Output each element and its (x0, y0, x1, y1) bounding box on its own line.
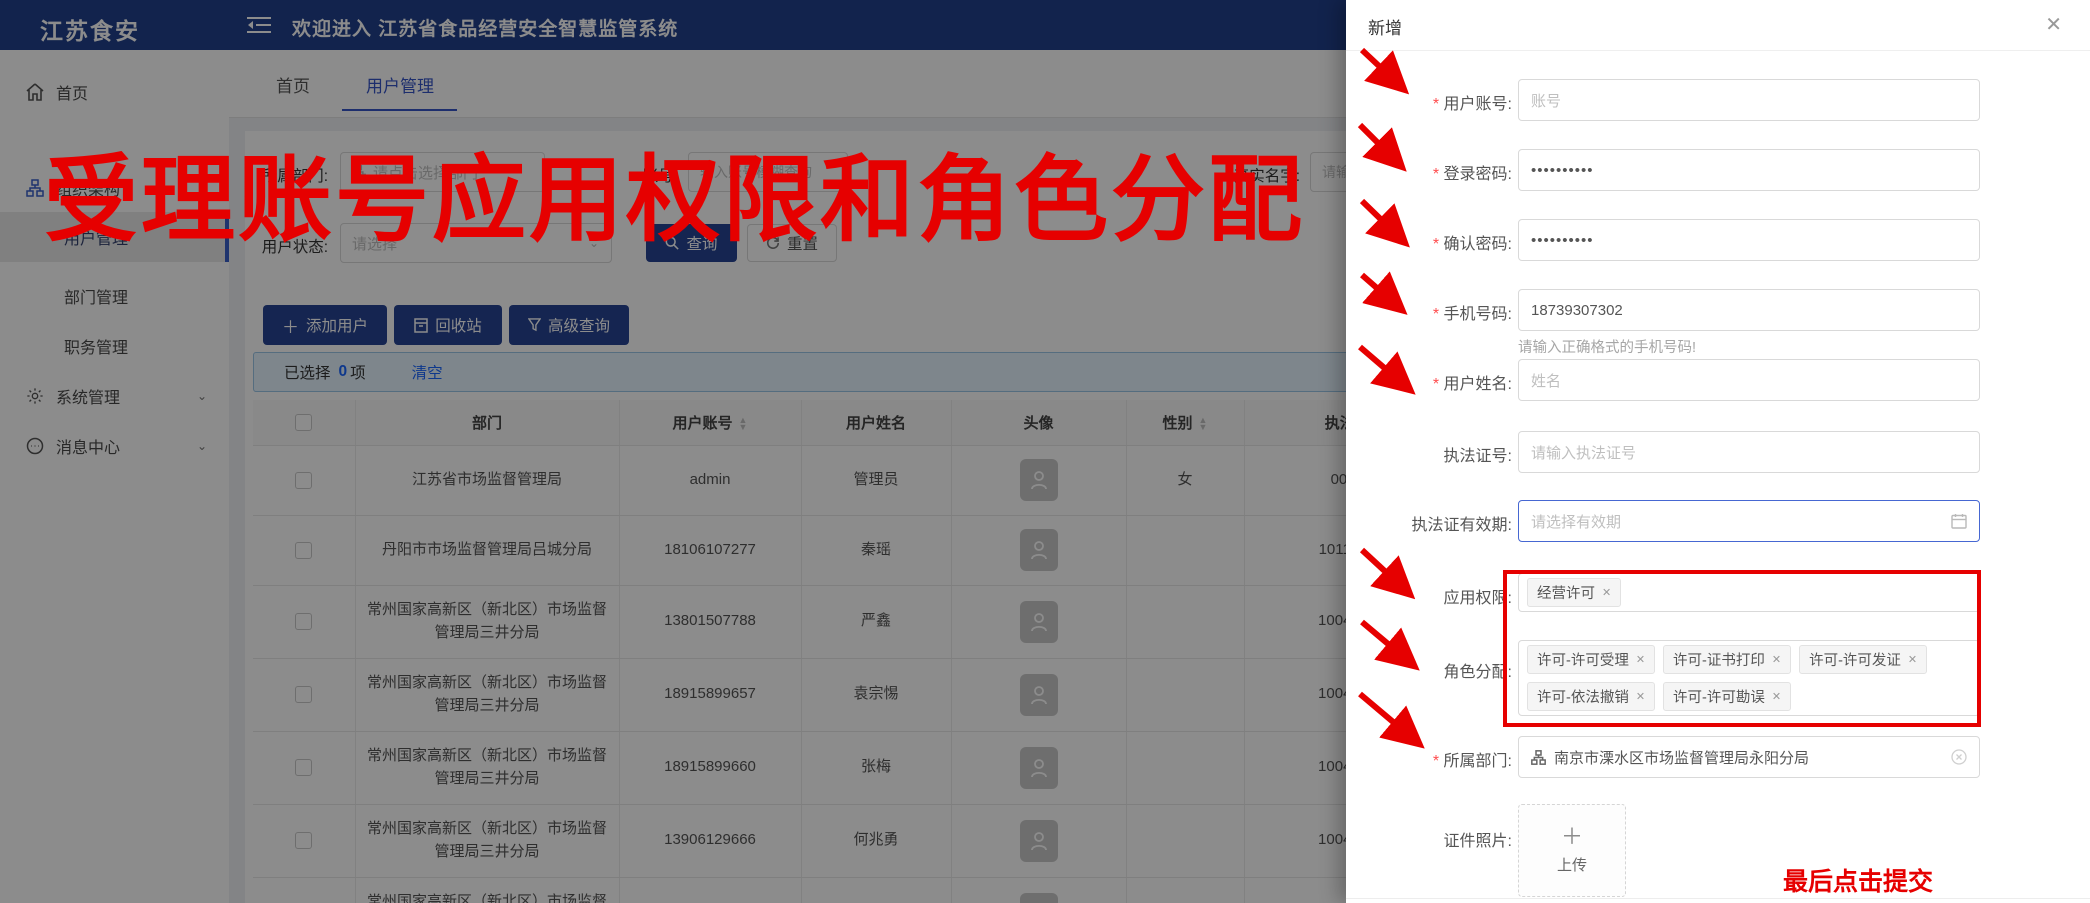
photo-upload-button[interactable]: ＋ 上传 (1518, 804, 1626, 897)
confirm-password-value: •••••••••• (1531, 231, 1594, 249)
calendar-icon[interactable] (1951, 513, 1967, 529)
password-input[interactable]: •••••••••• (1518, 149, 1980, 191)
org-chart-icon (1531, 749, 1546, 765)
app-root: 江苏食安 欢迎进入 江苏省食品经营安全智慧监管系统 首页 组织架构 ⌃ 用户管理… (0, 0, 2090, 903)
account-placeholder: 账号 (1531, 92, 1562, 110)
new-user-drawer: 新增 ✕ 用户账号: 账号 登录密码: •••••••••• 确认密码: •••… (1346, 0, 2090, 903)
annotation-submit-note: 最后点击提交 (1783, 868, 1934, 896)
clear-icon[interactable] (1951, 749, 1967, 765)
account-input[interactable]: 账号 (1518, 79, 1980, 121)
cert-expiry-label: 执法证有效期: (1411, 517, 1512, 534)
password-value: •••••••••• (1531, 161, 1594, 179)
annotation-big-text: 受理账号应用权限和角色分配 (44, 147, 1306, 252)
username-placeholder: 姓名 (1531, 372, 1562, 390)
cert-expiry-input[interactable]: 请选择有效期 (1518, 500, 1980, 542)
plus-icon: ＋ (1560, 824, 1583, 849)
department-input[interactable]: 南京市溧水区市场监督管理局永阳分局 (1518, 736, 1980, 778)
department-label: 所属部门: (1346, 747, 1512, 771)
photo-label: 证件照片: (1443, 833, 1512, 850)
app-permissions-label: 应用权限: (1443, 590, 1512, 607)
confirm-password-label: 确认密码: (1346, 230, 1512, 254)
phone-label: 手机号码: (1346, 300, 1512, 324)
role-assignment-label: 角色分配: (1443, 664, 1512, 681)
phone-value: 18739307302 (1531, 301, 1623, 319)
close-icon[interactable]: ✕ (2045, 12, 2062, 37)
password-label: 登录密码: (1346, 160, 1512, 184)
confirm-password-input[interactable]: •••••••••• (1518, 219, 1980, 261)
phone-input[interactable]: 18739307302 (1518, 289, 1980, 331)
divider (1346, 50, 2090, 51)
cert-no-placeholder: 请输入执法证号 (1531, 444, 1637, 462)
cert-no-input[interactable]: 请输入执法证号 (1518, 431, 1980, 473)
cert-expiry-placeholder: 请选择有效期 (1531, 513, 1622, 531)
drawer-title: 新增 (1368, 19, 1402, 38)
annotation-highlight-rect (1503, 570, 1981, 727)
upload-label: 上传 (1556, 857, 1587, 874)
account-label: 用户账号: (1346, 90, 1512, 114)
cert-no-label: 执法证号: (1443, 448, 1512, 465)
department-value: 南京市溧水区市场监督管理局永阳分局 (1554, 749, 1810, 767)
phone-helper-text: 请输入正确格式的手机号码! (1518, 340, 1697, 356)
drawer-footer-divider (1346, 898, 2090, 899)
username-label: 用户姓名: (1346, 370, 1512, 394)
username-input[interactable]: 姓名 (1518, 359, 1980, 401)
